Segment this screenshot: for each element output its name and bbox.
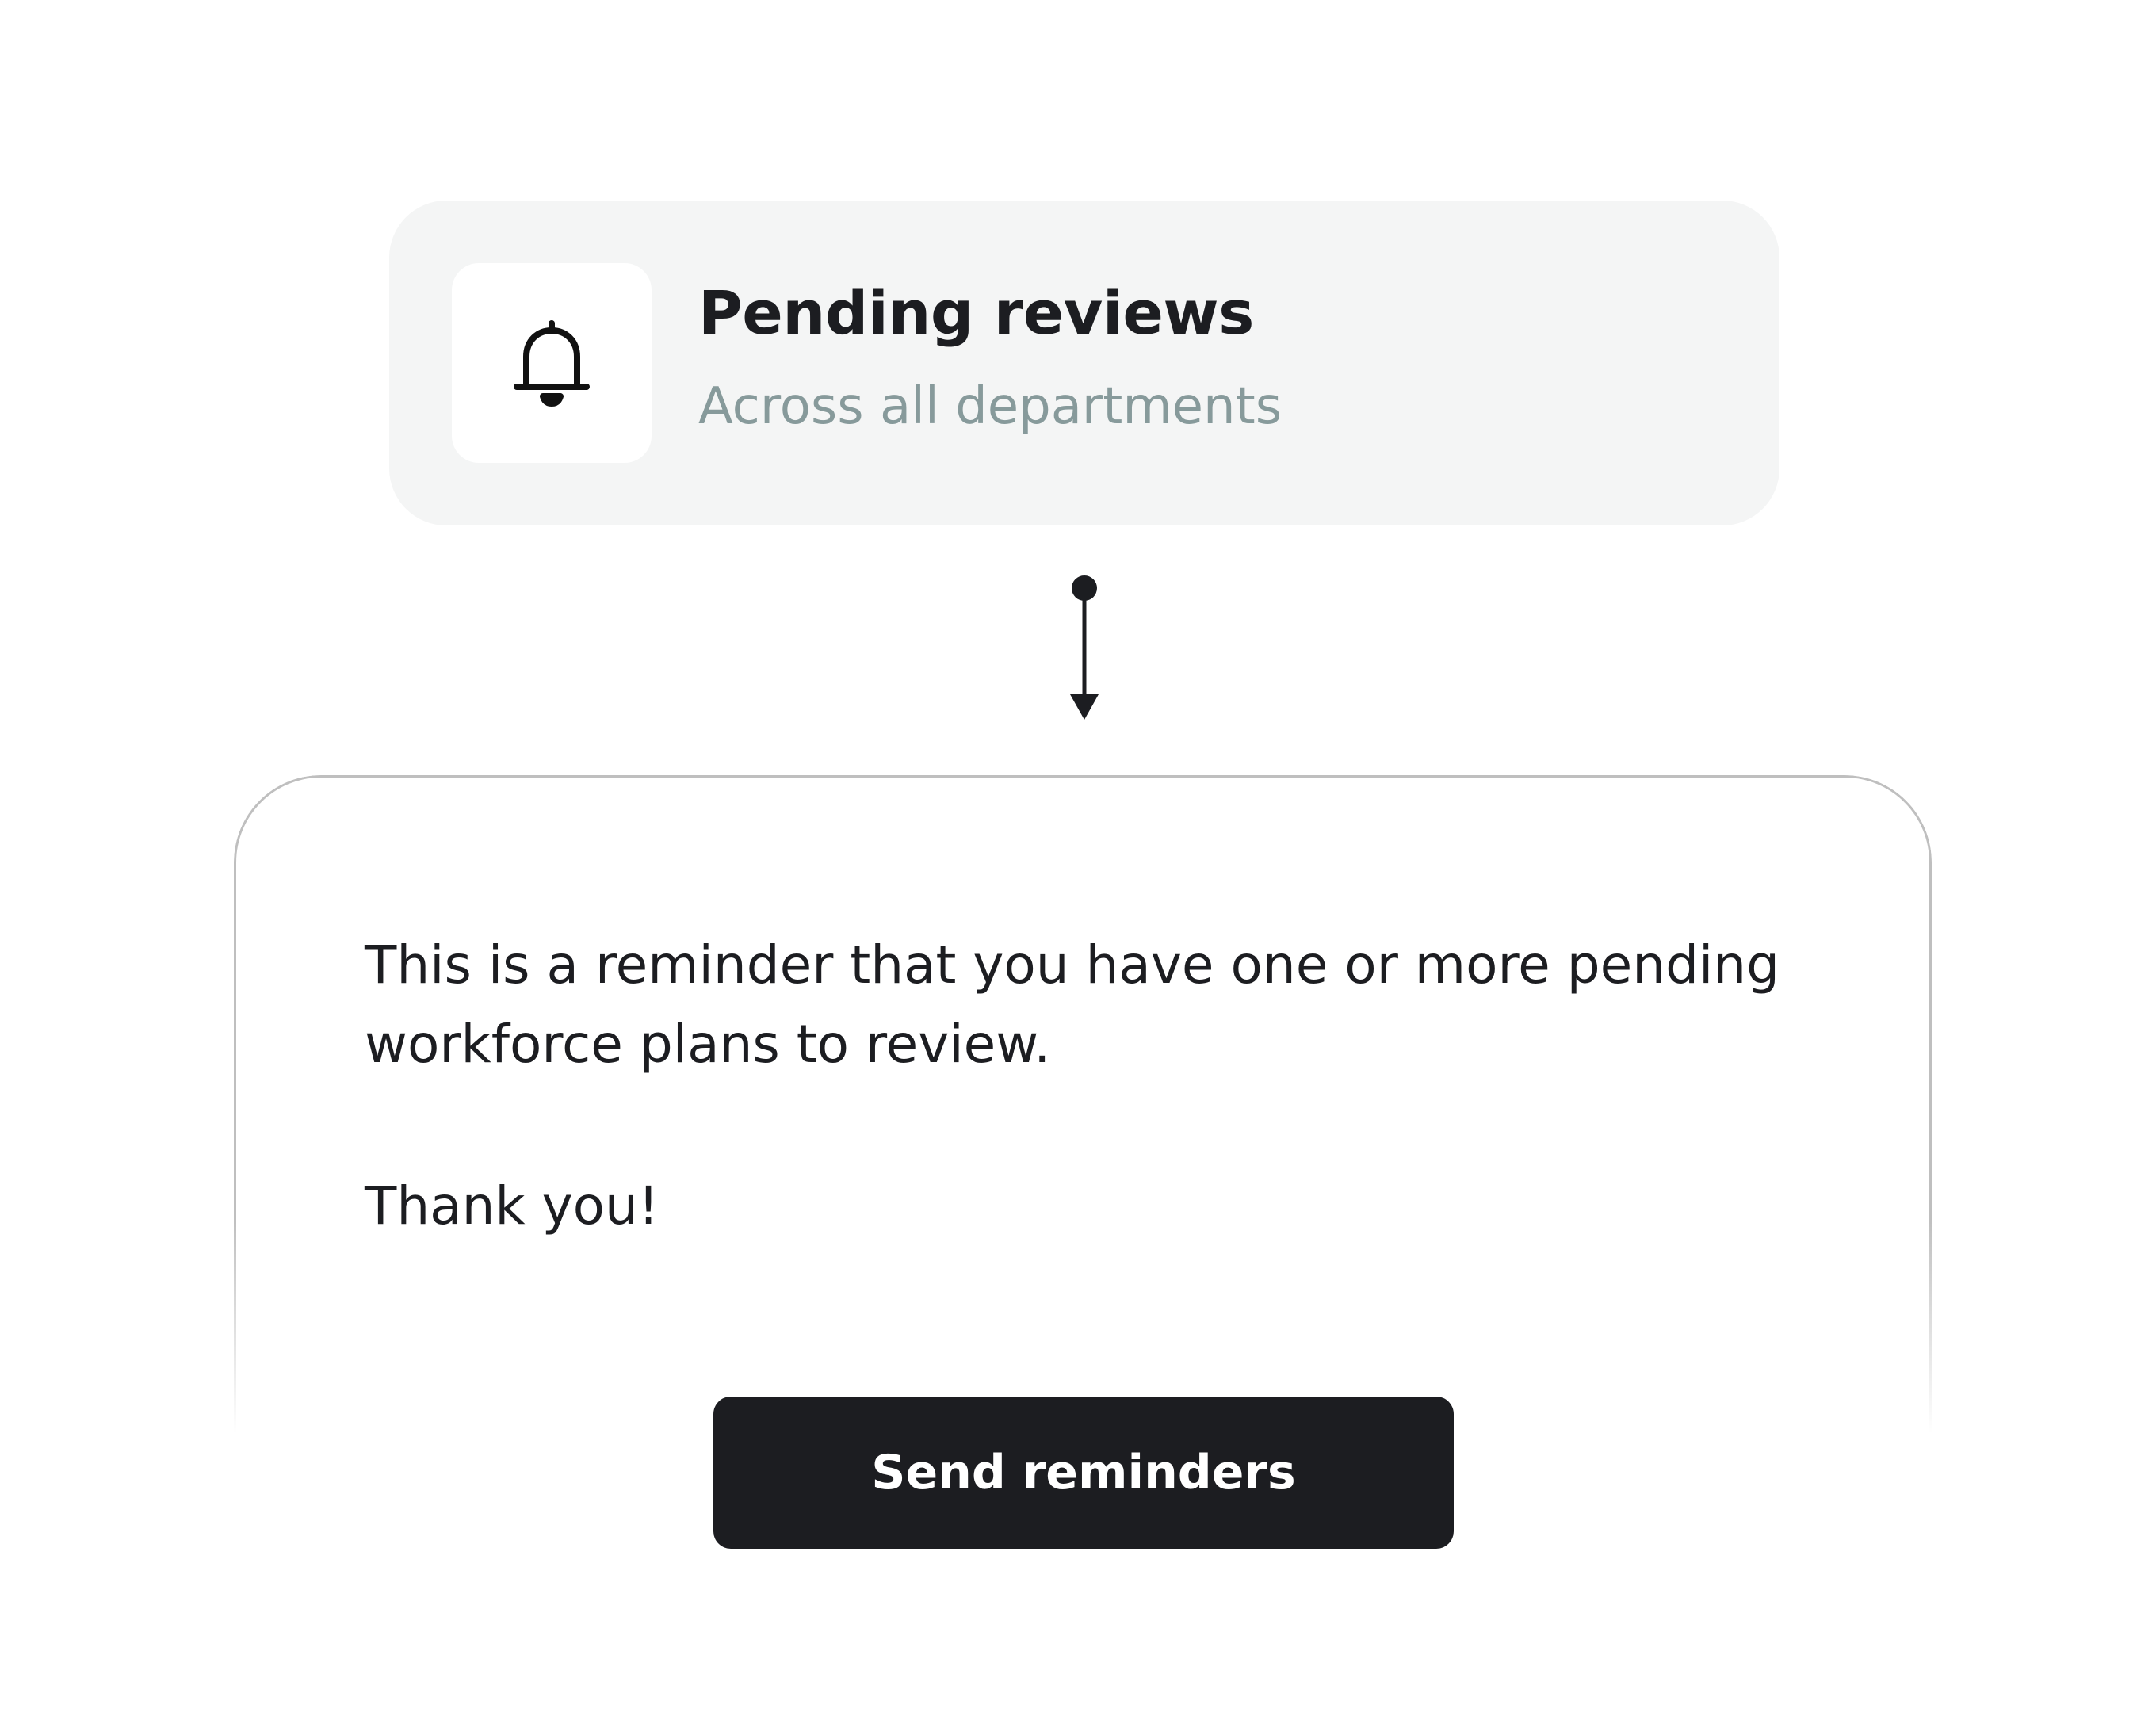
- flow-arrow-icon: [1070, 575, 1099, 720]
- notification-subtitle: Across all departments: [698, 377, 1283, 436]
- message-body: This is a reminder that you have one or …: [365, 926, 1855, 1246]
- notification-icon-tile: [452, 263, 652, 463]
- notification-title: Pending reviews: [698, 277, 1254, 348]
- message-closing: Thank you!: [365, 1175, 659, 1236]
- message-text: This is a reminder that you have one or …: [365, 934, 1780, 1075]
- notification-card: Pending reviews Across all departments: [389, 201, 1779, 525]
- send-reminders-button[interactable]: Send reminders: [713, 1397, 1454, 1549]
- reminder-flow: Pending reviews Across all departments T…: [0, 0, 2156, 1712]
- bell-icon: [514, 320, 590, 407]
